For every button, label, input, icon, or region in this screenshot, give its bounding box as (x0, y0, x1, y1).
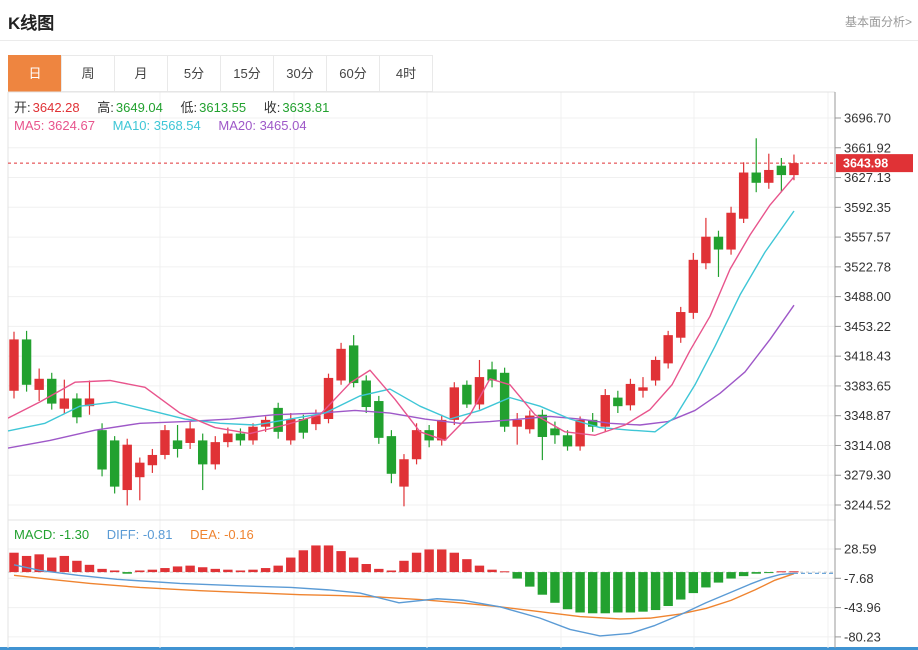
svg-text:-80.23: -80.23 (844, 629, 881, 644)
svg-text:3522.78: 3522.78 (844, 259, 891, 274)
svg-text:3488.00: 3488.00 (844, 289, 891, 304)
ma20-value: MA20: 3465.04 (218, 118, 307, 133)
svg-text:3696.70: 3696.70 (844, 111, 891, 126)
low-value: 3613.55 (199, 100, 247, 115)
open-value: 3642.28 (32, 100, 80, 115)
svg-text:3592.35: 3592.35 (844, 200, 891, 215)
ma5-value: MA5: 3624.67 (14, 118, 95, 133)
svg-text:3279.30: 3279.30 (844, 468, 891, 483)
close-value: 3633.81 (282, 100, 330, 115)
low-label: 低: (180, 100, 198, 115)
svg-text:3314.08: 3314.08 (844, 438, 891, 453)
svg-text:3661.92: 3661.92 (844, 140, 891, 155)
svg-text:28.59: 28.59 (844, 542, 877, 557)
svg-text:3453.22: 3453.22 (844, 319, 891, 334)
svg-text:3244.52: 3244.52 (844, 498, 891, 513)
diff-value: DIFF: -0.81 (106, 527, 173, 542)
close-label: 收: (263, 100, 281, 115)
svg-text:3643.98: 3643.98 (843, 157, 888, 171)
macd-info: MACD: -1.30 DIFF: -0.81 DEA: -0.16 (14, 527, 268, 542)
svg-text:3418.43: 3418.43 (844, 349, 891, 364)
svg-text:3627.13: 3627.13 (844, 170, 891, 185)
svg-text:-43.96: -43.96 (844, 600, 881, 615)
open-label: 开: (14, 100, 31, 115)
kline-page: K线图 基本面分析> 日周月 5分 15分 30分 60分 4时 3643.98 3696.… (0, 0, 918, 650)
ma-info: MA5: 3624.67 MA10: 3568.54 MA20: 3465.04 (14, 118, 321, 133)
ohlc-info: 开: 3642.28 高: 3649.04 低: 3613.55 收: 3633.81 (14, 97, 343, 116)
high-label: 高: (97, 100, 114, 115)
svg-text:3557.57: 3557.57 (844, 230, 891, 245)
svg-text:3348.87: 3348.87 (844, 408, 891, 423)
macd-value: MACD: -1.30 (14, 527, 90, 542)
dea-value: DEA: -0.16 (190, 527, 254, 542)
ma10-value: MA10: 3568.54 (112, 118, 201, 133)
svg-text:3383.65: 3383.65 (844, 378, 891, 393)
svg-text:-7.68: -7.68 (844, 571, 874, 586)
high-value: 3649.04 (115, 100, 163, 115)
